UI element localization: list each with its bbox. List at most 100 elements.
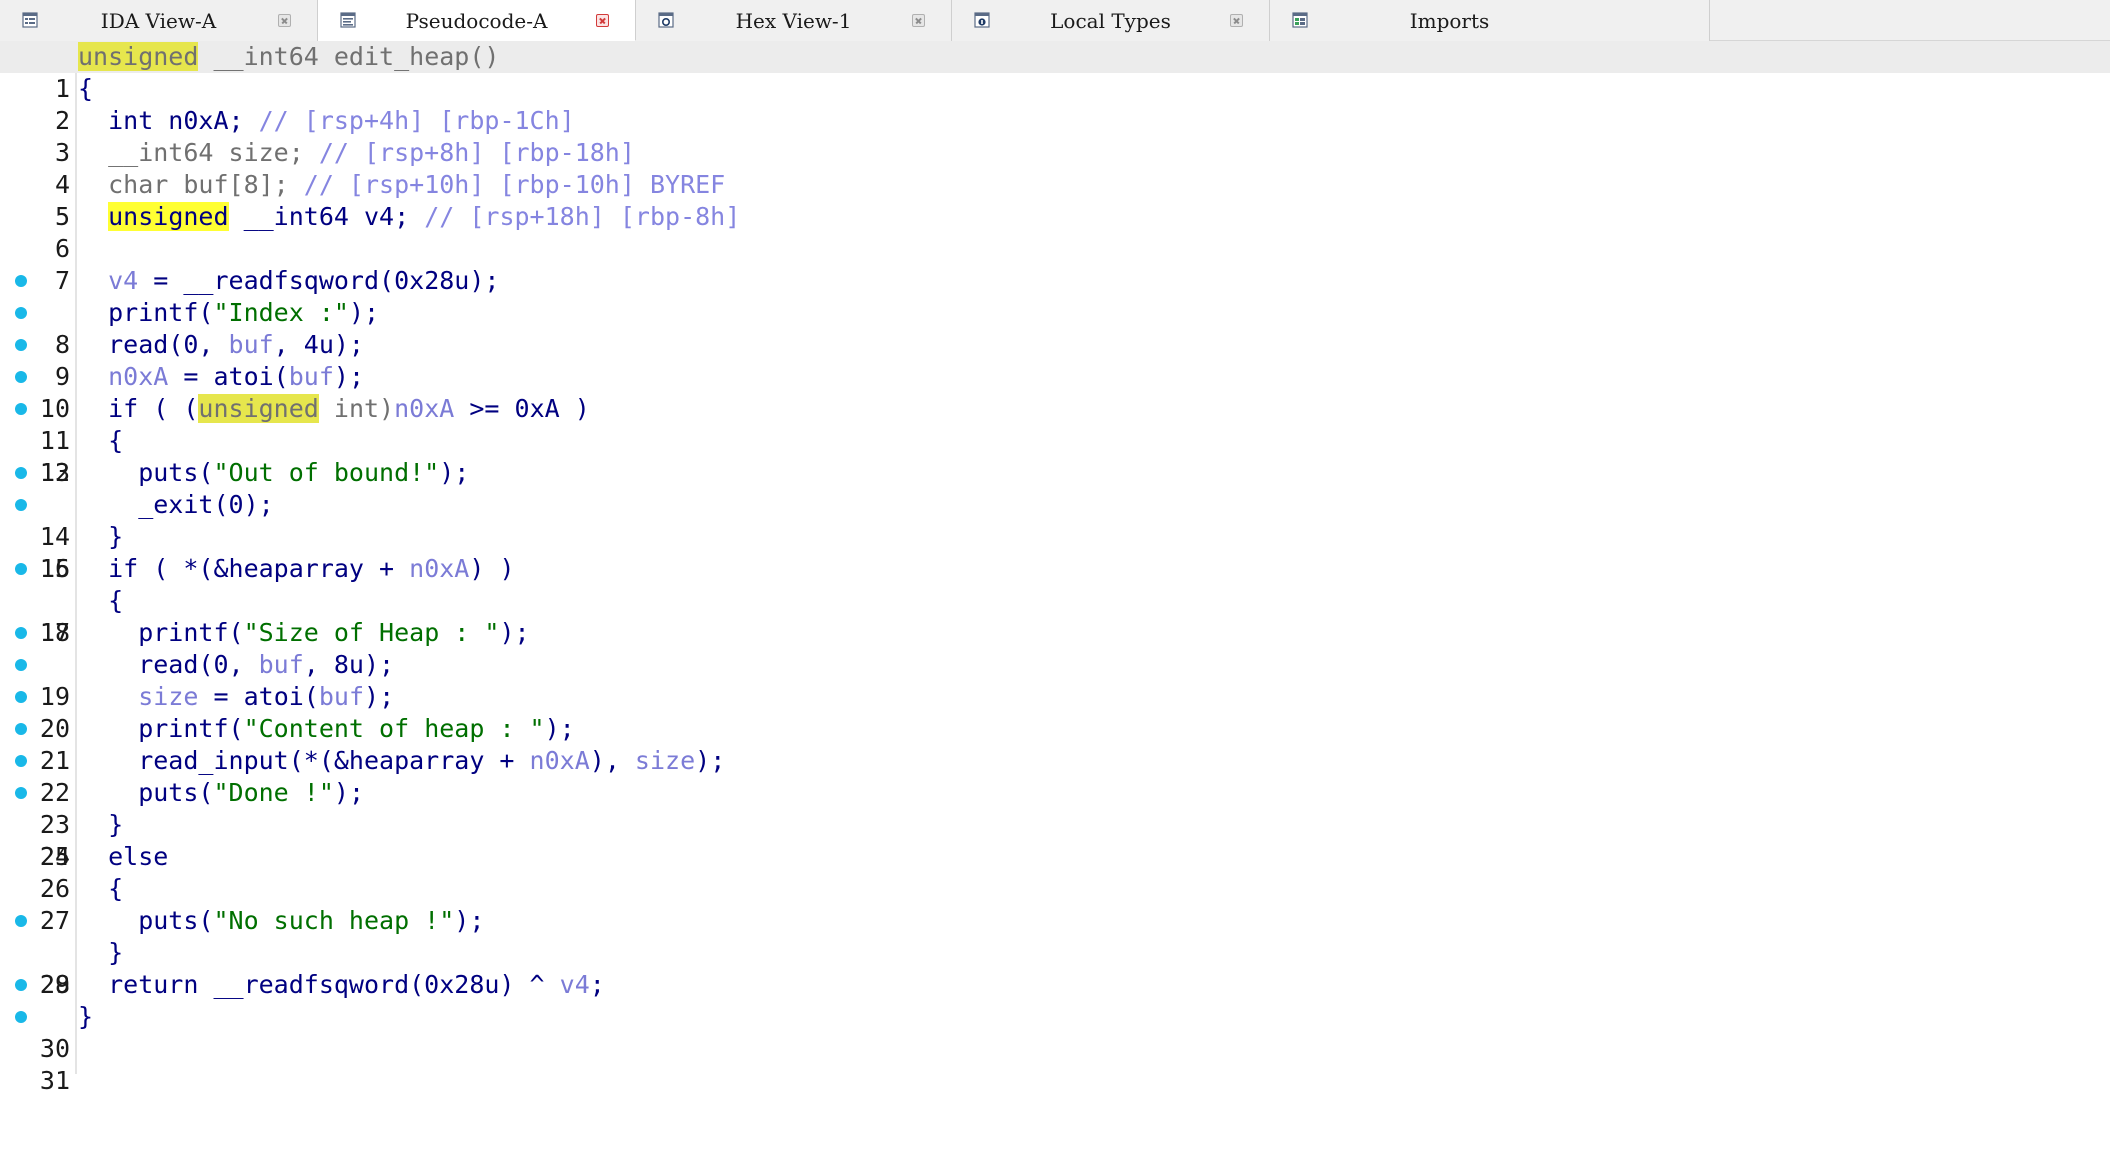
code-comment: // [rsp+4h] [rbp-1Ch]: [258, 106, 575, 135]
code-line[interactable]: 27 {: [0, 873, 2110, 935]
code-token: );: [454, 906, 485, 935]
code-text: printf("Size of Heap : ");: [78, 617, 530, 649]
code-variable[interactable]: n0xA: [530, 746, 590, 775]
code-comment: // [rsp+18h] [rbp-8h]: [424, 202, 741, 231]
code-line[interactable]: 31 }: [0, 1001, 2110, 1095]
code-line[interactable]: 1 unsigned __int64 edit_heap(): [0, 41, 2110, 103]
code-line[interactable]: 21 size = atoi(buf);: [0, 681, 2110, 775]
code-line[interactable]: 19 printf("Size of Heap : ");: [0, 617, 2110, 711]
code-line[interactable]: 7: [0, 233, 2110, 295]
code-token: __int64 edit_heap(): [198, 42, 500, 71]
code-line[interactable]: 18 {: [0, 585, 2110, 647]
code-line[interactable]: 10 read(0, buf, 4u);: [0, 329, 2110, 423]
code-line[interactable]: 30 return __readfsqword(0x28u) ^ v4;: [0, 969, 2110, 1063]
code-line[interactable]: 29 }: [0, 937, 2110, 999]
tab-imports[interactable]: Imports: [1270, 0, 1710, 41]
code-text: int n0xA; // [rsp+4h] [rbp-1Ch]: [78, 105, 575, 137]
code-token: __int64 size;: [78, 138, 319, 167]
breakpoint-marker[interactable]: [15, 915, 27, 927]
code-token: );: [364, 682, 395, 711]
tab-hex-view-1[interactable]: Hex View-1: [636, 0, 952, 41]
close-icon[interactable]: [278, 14, 291, 27]
code-token: printf(: [78, 298, 214, 327]
code-token: = atoi(: [198, 682, 319, 711]
code-variable[interactable]: n0xA: [108, 362, 168, 391]
code-token: );: [695, 746, 726, 775]
code-variable[interactable]: size: [138, 682, 198, 711]
code-token: puts(: [78, 458, 214, 487]
breakpoint-marker[interactable]: [15, 499, 27, 511]
code-line[interactable]: 16 }: [0, 521, 2110, 583]
code-line[interactable]: 17 if ( *(&heaparray + n0xA) ): [0, 553, 2110, 647]
breakpoint-marker[interactable]: [15, 723, 27, 735]
code-variable[interactable]: buf: [319, 682, 364, 711]
breakpoint-marker[interactable]: [15, 403, 27, 415]
breakpoint-marker[interactable]: [15, 1011, 27, 1023]
code-line[interactable]: 5 char buf[8]; // [rsp+10h] [rbp-10h] BY…: [0, 169, 2110, 231]
breakpoint-marker[interactable]: [15, 275, 27, 287]
code-line[interactable]: 14 puts("Out of bound!");: [0, 457, 2110, 551]
code-line[interactable]: 22 printf("Content of heap : ");: [0, 713, 2110, 807]
code-line[interactable]: 26 else: [0, 841, 2110, 903]
code-string: "Done !": [213, 778, 334, 807]
breakpoint-marker[interactable]: [15, 691, 27, 703]
close-icon[interactable]: [596, 14, 609, 27]
tab-pseudocode-a[interactable]: Pseudocode-A: [318, 0, 636, 41]
code-variable[interactable]: buf: [229, 330, 274, 359]
code-variable[interactable]: size: [635, 746, 695, 775]
breakpoint-marker[interactable]: [15, 467, 27, 479]
code-line[interactable]: 2 {: [0, 73, 2110, 135]
code-variable[interactable]: v4: [560, 970, 590, 999]
code-line[interactable]: 9 printf("Index :");: [0, 297, 2110, 391]
tab-local-types[interactable]: Local Types: [952, 0, 1270, 41]
code-token: else: [78, 842, 169, 871]
code-line[interactable]: 3 int n0xA; // [rsp+4h] [rbp-1Ch]: [0, 105, 2110, 167]
breakpoint-marker[interactable]: [15, 339, 27, 351]
code-line[interactable]: 12 if ( (unsigned int)n0xA >= 0xA ): [0, 393, 2110, 487]
code-token: );: [333, 362, 365, 391]
code-line[interactable]: 24 puts("Done !");: [0, 777, 2110, 871]
code-text: v4 = __readfsqword(0x28u);: [78, 265, 499, 297]
code-text: n0xA = atoi(buf);: [78, 361, 364, 393]
code-token: , 4u);: [273, 330, 364, 359]
code-token: return __readfsqword(0x28u) ^: [78, 970, 560, 999]
code-line[interactable]: 20 read(0, buf, 8u);: [0, 649, 2110, 743]
close-icon[interactable]: [912, 14, 925, 27]
code-line[interactable]: 23 read_input(*(&heaparray + n0xA), size…: [0, 745, 2110, 839]
breakpoint-marker[interactable]: [15, 979, 27, 991]
code-text: }: [78, 1001, 93, 1033]
code-line[interactable]: 6 unsigned __int64 v4; // [rsp+18h] [rbp…: [0, 201, 2110, 263]
code-variable[interactable]: v4: [108, 266, 138, 295]
code-line[interactable]: 28 puts("No such heap !");: [0, 905, 2110, 999]
code-line[interactable]: 4 __int64 size; // [rsp+8h] [rbp-18h]: [0, 137, 2110, 199]
code-line[interactable]: 13 {: [0, 425, 2110, 487]
breakpoint-marker[interactable]: [15, 563, 27, 575]
code-line[interactable]: 25 }: [0, 809, 2110, 871]
code-token: );: [499, 618, 530, 647]
code-line[interactable]: 8 v4 = __readfsqword(0x28u);: [0, 265, 2110, 359]
breakpoint-marker[interactable]: [15, 307, 27, 319]
code-token: int): [318, 394, 395, 423]
code-text: printf("Content of heap : ");: [78, 713, 575, 745]
breakpoint-marker[interactable]: [15, 755, 27, 767]
breakpoint-marker[interactable]: [15, 371, 27, 383]
pseudocode-view[interactable]: 1 unsigned __int64 edit_heap() 2 { 3 int…: [0, 41, 2110, 1095]
line-number: 31: [39, 1066, 70, 1095]
code-comment: // [rsp+8h] [rbp-18h]: [318, 138, 635, 167]
close-icon[interactable]: [1230, 14, 1243, 27]
breakpoint-marker[interactable]: [15, 627, 27, 639]
code-token: = __readfsqword(0x28u);: [138, 266, 500, 295]
code-comment: // [rsp+10h] [rbp-10h] BYREF: [303, 170, 726, 199]
code-variable[interactable]: buf: [259, 650, 304, 679]
code-variable[interactable]: buf: [289, 362, 334, 391]
breakpoint-marker[interactable]: [15, 787, 27, 799]
code-token: puts(: [78, 906, 214, 935]
tab-ida-view-a[interactable]: IDA View-A: [0, 0, 318, 41]
code-variable[interactable]: n0xA: [409, 554, 469, 583]
code-line[interactable]: 15 _exit(0);: [0, 489, 2110, 583]
breakpoint-marker[interactable]: [15, 659, 27, 671]
tab-bar: IDA View-A Pseudocode-A Hex View-1 Local: [0, 0, 2110, 41]
code-variable[interactable]: n0xA: [394, 394, 454, 423]
code-line[interactable]: 11 n0xA = atoi(buf);: [0, 361, 2110, 455]
